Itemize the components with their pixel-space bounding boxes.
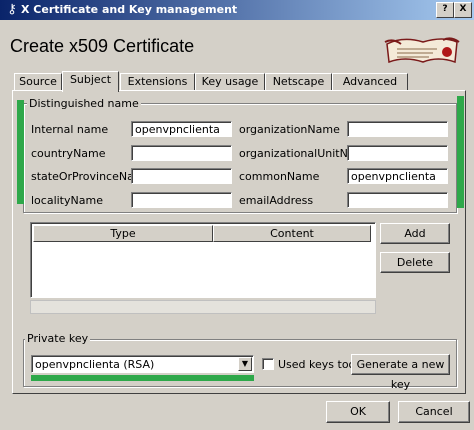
generate-key-button[interactable]: Generate a new key [351, 354, 450, 391]
help-button[interactable]: ? [436, 2, 454, 18]
common-name-label: commonName [239, 170, 320, 183]
internal-name-input[interactable]: openvpnclienta [131, 121, 232, 137]
used-keys-label: Used keys too [278, 358, 356, 371]
chevron-down-icon[interactable]: ▼ [238, 357, 252, 371]
state-input[interactable] [131, 168, 232, 184]
certificate-dialog: ⚷ X Certificate and Key management ? X C… [0, 0, 474, 430]
horizontal-scrollbar[interactable] [30, 300, 376, 314]
page-title: Create x509 Certificate [10, 36, 195, 56]
highlight-bar-right [457, 96, 464, 208]
locality-label: localityName [31, 194, 103, 207]
country-name-input[interactable] [131, 145, 232, 161]
distinguished-name-title: Distinguished name [27, 97, 141, 110]
tab-netscape[interactable]: Netscape [265, 73, 332, 91]
organizational-unit-input[interactable] [347, 145, 448, 161]
used-keys-checkbox[interactable] [262, 358, 274, 370]
column-type[interactable]: Type [33, 225, 213, 242]
delete-button[interactable]: Delete [380, 252, 450, 273]
locality-input[interactable] [131, 192, 232, 208]
tab-subject[interactable]: Subject [62, 71, 119, 92]
tab-source[interactable]: Source [14, 73, 62, 91]
app-logo [384, 37, 460, 64]
internal-name-label: Internal name [31, 123, 109, 136]
ok-button[interactable]: OK [326, 401, 390, 423]
window-title: X Certificate and Key management [21, 3, 238, 16]
organization-name-label: organizationName [239, 123, 340, 136]
email-label: emailAddress [239, 194, 314, 207]
key-icon: ⚷ [7, 2, 17, 17]
tab-extensions[interactable]: Extensions [120, 73, 195, 91]
title-bar[interactable]: ⚷ X Certificate and Key management ? X [0, 0, 474, 20]
column-content[interactable]: Content [213, 225, 371, 242]
highlight-bar-left [17, 100, 24, 204]
private-key-title: Private key [25, 332, 91, 345]
country-name-label: countryName [31, 147, 106, 160]
tab-key-usage[interactable]: Key usage [195, 73, 265, 91]
private-key-select[interactable]: openvpnclienta (RSA) ▼ [31, 355, 254, 373]
tab-advanced[interactable]: Advanced [332, 73, 408, 91]
email-input[interactable] [347, 192, 448, 208]
common-name-input[interactable]: openvpnclienta [347, 168, 448, 184]
private-key-selected: openvpnclienta (RSA) [35, 358, 155, 371]
organization-name-input[interactable] [347, 121, 448, 137]
highlight-bar-bottom [31, 375, 254, 381]
cancel-button[interactable]: Cancel [398, 401, 470, 423]
add-button[interactable]: Add [380, 223, 450, 244]
entries-table[interactable]: Type Content [30, 222, 376, 298]
close-button[interactable]: X [454, 2, 472, 18]
